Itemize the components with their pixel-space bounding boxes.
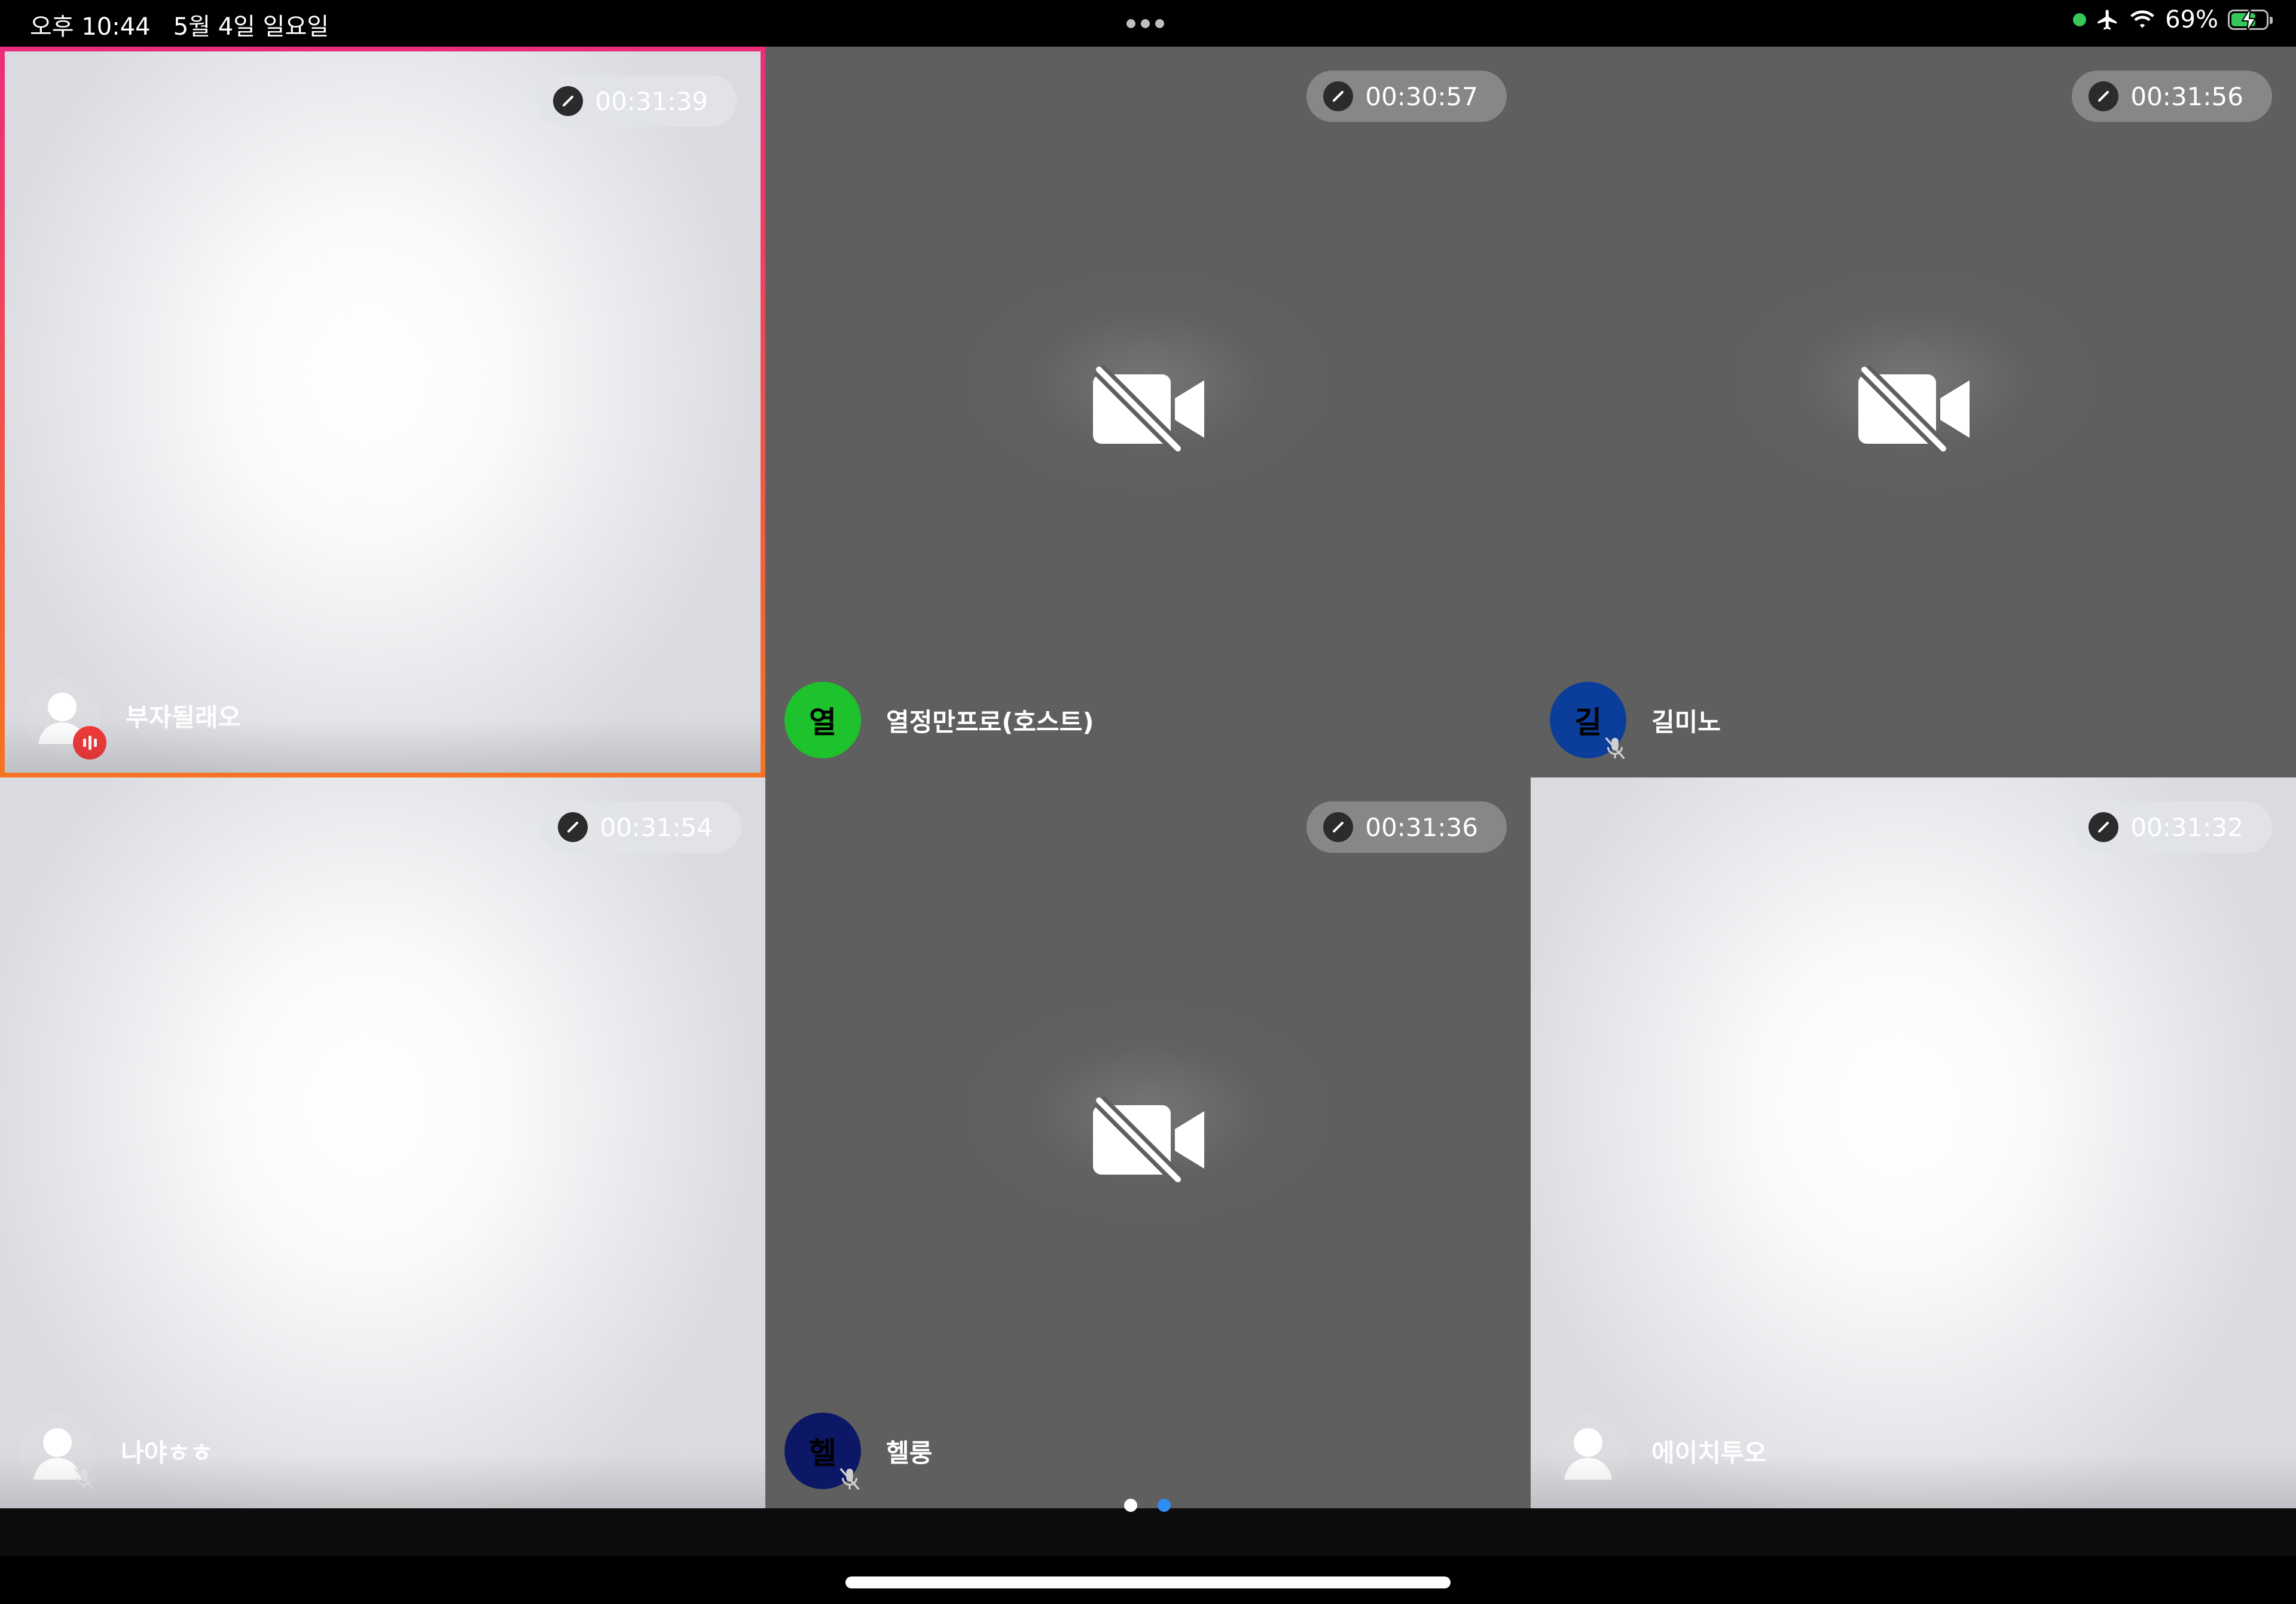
avatar-initial: 헬 bbox=[809, 1436, 836, 1471]
participant-name: 열정만프로(호스트) bbox=[886, 707, 1094, 737]
status-time: 오후 10:44 5월 4일 일요일 bbox=[30, 7, 329, 42]
call-timer: 00:31:56 bbox=[2072, 71, 2272, 122]
battery-percent: 69% bbox=[2165, 6, 2218, 33]
participant-tile-4[interactable]: 00:31:54 나야ㅎㅎ bbox=[0, 777, 765, 1508]
phone-icon bbox=[1323, 81, 1354, 111]
timer-text: 00:31:36 bbox=[1365, 812, 1478, 842]
phone-icon bbox=[2089, 81, 2119, 111]
timer-text: 00:30:57 bbox=[1365, 81, 1478, 111]
call-timer: 00:31:54 bbox=[541, 801, 741, 853]
avatar[interactable]: 헬 bbox=[784, 1413, 861, 1490]
phone-icon bbox=[2089, 812, 2119, 842]
page-dot-1[interactable] bbox=[1124, 1499, 1137, 1512]
avatar-initial: 길 bbox=[1574, 705, 1602, 740]
status-bar: 오후 10:44 5월 4일 일요일 69% bbox=[0, 0, 2296, 47]
wifi-icon bbox=[2130, 10, 2154, 28]
home-indicator[interactable] bbox=[845, 1576, 1451, 1588]
participant-info: 헬 헬룽 bbox=[784, 1413, 933, 1490]
video-off-icon bbox=[1093, 364, 1204, 453]
phone-icon bbox=[558, 812, 588, 842]
call-timer: 00:31:36 bbox=[1306, 801, 1507, 853]
mic-off-icon bbox=[1605, 737, 1625, 760]
timer-text: 00:31:32 bbox=[2130, 812, 2243, 842]
participant-tile-2[interactable]: 00:30:57 열 열정만프로(호스트) bbox=[765, 47, 1531, 777]
participant-tile-6[interactable]: 00:31:32 에이치투오 bbox=[1531, 777, 2296, 1508]
battery-icon bbox=[2228, 8, 2273, 32]
call-timer: 00:31:32 bbox=[2072, 801, 2272, 853]
phone-icon bbox=[553, 86, 584, 116]
multitasking-dots[interactable] bbox=[1126, 19, 1164, 28]
participant-tile-5[interactable]: 00:31:36 헬 헬룽 bbox=[765, 777, 1531, 1508]
call-timer: 00:31:39 bbox=[536, 75, 737, 127]
participant-info: 길 길미노 bbox=[1550, 682, 1721, 760]
time-text: 오후 10:44 bbox=[30, 13, 151, 41]
avatar[interactable]: 길 bbox=[1550, 682, 1626, 760]
call-timer: 00:30:57 bbox=[1306, 71, 1507, 122]
page-indicator[interactable] bbox=[1124, 1499, 1171, 1512]
timer-text: 00:31:39 bbox=[595, 86, 708, 116]
timer-text: 00:31:56 bbox=[2130, 81, 2243, 111]
video-grid: 00:31:39 부자될래오 00:30:57 열 열정만프로(호스트) 00:… bbox=[0, 47, 2296, 1508]
page-dot-2-active[interactable] bbox=[1158, 1499, 1171, 1512]
timer-text: 00:31:54 bbox=[600, 812, 713, 842]
video-off-icon bbox=[1858, 364, 1970, 453]
avatar[interactable]: 열 bbox=[784, 682, 861, 758]
airplane-icon bbox=[2097, 10, 2117, 30]
participant-name: 헬룽 bbox=[886, 1438, 933, 1468]
date-text: 5월 4일 일요일 bbox=[173, 13, 329, 41]
camera-in-use-indicator-icon bbox=[2073, 13, 2087, 26]
video-off-icon bbox=[1093, 1095, 1204, 1184]
bottom-bar bbox=[0, 1508, 2296, 1556]
participant-info: 열 열정만프로(호스트) bbox=[784, 682, 1094, 758]
mic-off-icon bbox=[839, 1468, 860, 1490]
participant-tile-1[interactable]: 00:31:39 부자될래오 bbox=[0, 47, 765, 777]
phone-icon bbox=[1323, 812, 1354, 842]
avatar-initial: 열 bbox=[809, 705, 836, 740]
participant-tile-3[interactable]: 00:31:56 길 길미노 bbox=[1531, 47, 2296, 777]
participant-name: 길미노 bbox=[1651, 707, 1721, 737]
